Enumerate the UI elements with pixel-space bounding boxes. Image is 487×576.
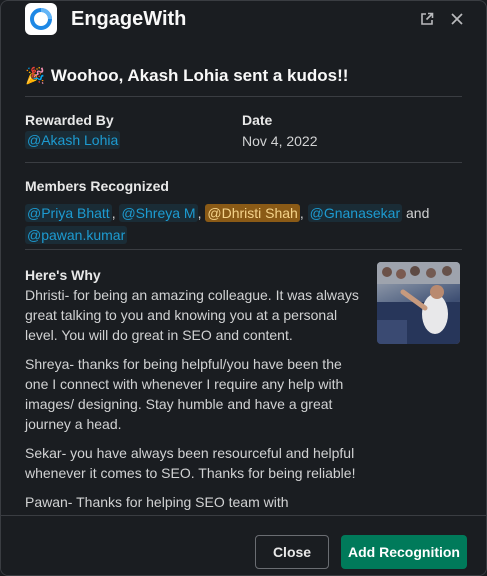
celebration-image xyxy=(377,262,460,344)
modal-footer: Close Add Recognition xyxy=(1,515,486,575)
divider xyxy=(25,96,462,97)
rewarded-by-value: @Akash Lohia xyxy=(25,131,121,149)
mention-member-highlighted[interactable]: @Dhristi Shah xyxy=(205,204,300,222)
date-label: Date xyxy=(242,112,273,128)
mention-member[interactable]: @pawan.kumar xyxy=(25,226,128,244)
reason-paragraph: Shreya- thanks for being helpful/you hav… xyxy=(25,356,344,432)
engagewith-logo xyxy=(25,3,57,35)
kudos-modal: EngageWith 🎉 Woohoo, Akash Lohia sent a … xyxy=(0,0,487,576)
engagewith-logo-mark xyxy=(30,8,52,30)
divider xyxy=(25,249,462,250)
party-popper-icon: 🎉 xyxy=(25,68,45,85)
reason-section: Here's Why Dhristi- for being an amazing… xyxy=(25,265,365,515)
celebration-image-art xyxy=(377,262,460,344)
close-button[interactable]: Close xyxy=(255,535,329,569)
reason-label: Here's Why xyxy=(25,267,101,283)
kudos-headline: 🎉 Woohoo, Akash Lohia sent a kudos!! xyxy=(25,66,348,86)
close-icon[interactable] xyxy=(447,9,467,29)
reason-paragraph: Sekar- you have always been resourceful … xyxy=(25,445,356,481)
date-value: Nov 4, 2022 xyxy=(242,133,318,149)
external-link-icon[interactable] xyxy=(417,9,437,29)
mention-member[interactable]: @Shreya M xyxy=(119,204,198,222)
reason-paragraph: Pawan- Thanks for helping SEO team with … xyxy=(25,494,289,515)
mention-member[interactable]: @Gnanasekar xyxy=(307,204,403,222)
conjunction: and xyxy=(406,205,430,221)
mention-member[interactable]: @Priya Bhatt xyxy=(25,204,112,222)
app-title: EngageWith xyxy=(71,8,187,30)
mention-rewarded-by[interactable]: @Akash Lohia xyxy=(25,131,121,149)
modal-body[interactable]: 🎉 Woohoo, Akash Lohia sent a kudos!! Rew… xyxy=(1,47,486,515)
modal-header: EngageWith xyxy=(1,1,486,41)
headline-text: Woohoo, Akash Lohia sent a kudos!! xyxy=(50,66,349,85)
rewarded-by-label: Rewarded By xyxy=(25,112,114,128)
reason-paragraph: Dhristi- for being an amazing colleague.… xyxy=(25,287,359,343)
members-recognized-label: Members Recognized xyxy=(25,178,169,194)
members-recognized-list: @Priya Bhatt, @Shreya M, @Dhristi Shah, … xyxy=(25,204,430,244)
divider xyxy=(25,162,462,163)
add-recognition-button[interactable]: Add Recognition xyxy=(341,535,467,569)
